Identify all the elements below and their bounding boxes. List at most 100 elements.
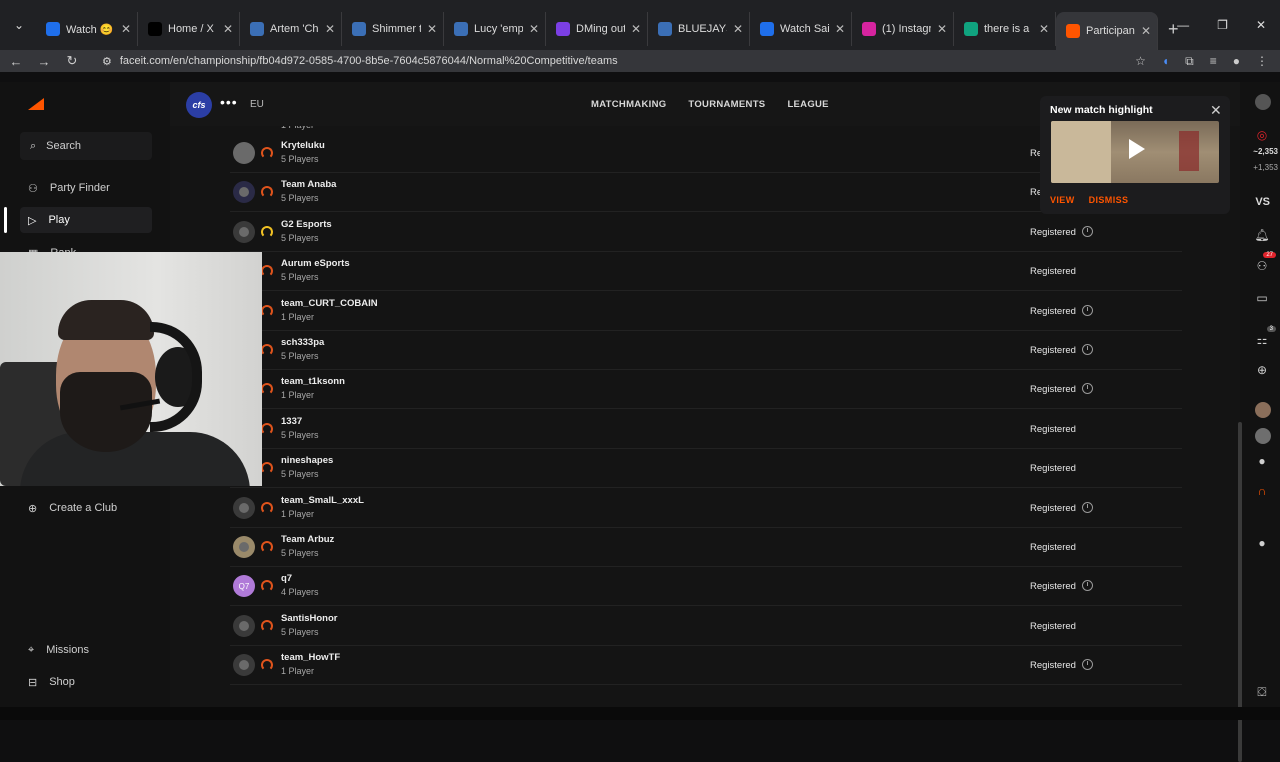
table-row[interactable]: team_CURT_COBAIN 1 Player Registered: [230, 292, 1182, 331]
vs-icon[interactable]: VS: [1255, 196, 1270, 208]
tab-close-icon[interactable]: ✕: [733, 22, 743, 36]
browser-tab[interactable]: Home / X ✕: [138, 12, 240, 46]
team-name[interactable]: q7: [281, 573, 292, 584]
friend-avatar[interactable]: [1255, 402, 1271, 418]
browser-tab[interactable]: Participants - N ✕: [1056, 12, 1158, 50]
team-name[interactable]: Kryteluku: [281, 140, 325, 151]
sidebar-item-create-club[interactable]: ⊕ Create a Club: [20, 495, 152, 521]
club-badge[interactable]: cfs: [186, 92, 212, 118]
tab-close-icon[interactable]: ✕: [1039, 22, 1049, 36]
browser-tab[interactable]: Shimmer team ✕: [342, 12, 444, 46]
team-name[interactable]: Team Anaba: [281, 179, 336, 190]
team-name[interactable]: team_HowTF: [281, 652, 340, 663]
user-avatar[interactable]: [1255, 94, 1271, 110]
table-row[interactable]: Aurum eSports 5 Players Registered: [230, 252, 1182, 292]
add-circle-icon[interactable]: ⊕: [1255, 363, 1269, 377]
friend-avatar[interactable]: [1255, 428, 1271, 444]
table-row[interactable]: team_HowTF 1 Player Registered: [230, 646, 1182, 686]
address-bar[interactable]: ⚙ faceit.com/en/championship/fb04d972-05…: [94, 51, 1144, 71]
puzzle-icon[interactable]: ⧉: [1185, 54, 1194, 69]
tab-matchmaking[interactable]: MATCHMAKING: [591, 99, 666, 110]
table-row[interactable]: team_t1ksonn 1 Player Registered: [230, 370, 1182, 410]
team-avatar[interactable]: [233, 142, 255, 164]
table-row[interactable]: SantisHonor 5 Players Registered: [230, 607, 1182, 646]
team-name[interactable]: nineshapes: [281, 455, 333, 466]
sidebar-item-shop[interactable]: ⊟ Shop: [20, 669, 152, 695]
region-label[interactable]: EU: [250, 99, 264, 110]
view-button[interactable]: VIEW: [1050, 195, 1075, 205]
elo-level-icon[interactable]: ◎: [1255, 128, 1269, 142]
tab-close-icon[interactable]: ✕: [325, 22, 335, 36]
tab-close-icon[interactable]: ✕: [223, 22, 233, 36]
site-info-icon[interactable]: ⚙: [102, 55, 112, 68]
tab-close-icon[interactable]: ✕: [631, 22, 641, 36]
restore-icon[interactable]: ❐: [1217, 18, 1228, 32]
team-name[interactable]: team_CURT_COBAIN: [281, 298, 378, 309]
highlight-thumbnail[interactable]: [1051, 121, 1219, 183]
table-row[interactable]: G2 Esports 5 Players Registered: [230, 213, 1182, 252]
tab-close-icon[interactable]: ✕: [835, 22, 845, 36]
notification-bell-icon[interactable]: 🔔︎: [1254, 228, 1269, 242]
team-name[interactable]: team_SmalL_xxxL: [281, 495, 364, 506]
team-name[interactable]: 1337: [281, 416, 302, 427]
reload-icon[interactable]: ↻: [60, 53, 84, 69]
team-name[interactable]: Team Arbuz: [281, 534, 334, 545]
team-avatar[interactable]: [233, 536, 255, 558]
close-icon[interactable]: ✕: [1210, 102, 1222, 119]
sidebar-item-play[interactable]: ▷ Play: [20, 207, 152, 233]
group-icon[interactable]: ⚏: [1255, 333, 1269, 347]
menu-dots-icon[interactable]: ⋮: [1256, 54, 1268, 69]
forward-icon[interactable]: →: [32, 54, 56, 69]
person-icon[interactable]: ●: [1255, 454, 1269, 468]
dismiss-button[interactable]: DISMISS: [1089, 195, 1129, 205]
table-row[interactable]: Q7 q7 4 Players Registered: [230, 567, 1182, 607]
team-name[interactable]: sch333pa: [281, 337, 324, 348]
table-row[interactable]: 1337 5 Players Registered: [230, 410, 1182, 449]
faceit-anticheat-icon[interactable]: ⛋: [1255, 685, 1269, 699]
browser-tab[interactable]: DMing out lon ✕: [546, 12, 648, 46]
tab-league[interactable]: LEAGUE: [787, 99, 828, 110]
tab-search-icon[interactable]: ⌄: [6, 12, 32, 38]
person-icon[interactable]: ●: [1255, 536, 1269, 550]
tab-close-icon[interactable]: ✕: [529, 22, 539, 36]
extension-icon[interactable]: ◖: [1162, 54, 1169, 69]
profile-icon[interactable]: ●: [1233, 54, 1240, 69]
team-avatar[interactable]: [233, 614, 255, 637]
sidebar-item-party-finder[interactable]: ⚇ Party Finder: [20, 175, 152, 201]
close-window-icon[interactable]: ✕: [1256, 18, 1266, 32]
table-row[interactable]: team_SmalL_xxxL 1 Player Registered: [230, 489, 1182, 528]
team-name[interactable]: Aurum eSports: [281, 258, 350, 269]
browser-tab[interactable]: there is a new ✕: [954, 12, 1056, 46]
team-name[interactable]: SantisHonor: [281, 613, 337, 624]
browser-tab[interactable]: Artem 'Chill' M ✕: [240, 12, 342, 46]
team-avatar[interactable]: [233, 654, 255, 677]
browser-tab[interactable]: Watch 😊 | St ✕: [36, 12, 138, 46]
table-row[interactable]: Team Arbuz 5 Players Registered: [230, 528, 1182, 567]
tab-close-icon[interactable]: ✕: [427, 22, 437, 36]
team-avatar[interactable]: [233, 220, 255, 243]
table-row[interactable]: nineshapes 5 Players Registered: [230, 449, 1182, 489]
team-avatar[interactable]: Q7: [233, 575, 255, 598]
tab-close-icon[interactable]: ✕: [121, 22, 131, 36]
chat-icon[interactable]: ▭: [1255, 291, 1269, 305]
back-icon[interactable]: ←: [4, 54, 28, 69]
tab-tournaments[interactable]: TOURNAMENTS: [688, 99, 765, 110]
sidebar-item-missions[interactable]: ⌖ Missions: [20, 637, 152, 663]
bookmark-star-icon[interactable]: ☆: [1135, 54, 1146, 69]
play-button-icon[interactable]: [1129, 139, 1145, 159]
minimize-icon[interactable]: —: [1177, 18, 1189, 32]
browser-tab[interactable]: BLUEJAYS vs. S ✕: [648, 12, 750, 46]
team-name[interactable]: G2 Esports: [281, 219, 332, 230]
team-avatar[interactable]: [233, 496, 255, 519]
browser-tab[interactable]: Lucy 'empathy ✕: [444, 12, 546, 46]
browser-tab[interactable]: (1) Instagram ✕: [852, 12, 954, 46]
browser-tab[interactable]: Watch Saif | St ✕: [750, 12, 852, 46]
tab-close-icon[interactable]: ✕: [1141, 24, 1151, 38]
table-row[interactable]: sch333pa 5 Players Registered: [230, 331, 1182, 370]
headset-icon[interactable]: ∩: [1255, 484, 1269, 498]
tab-close-icon[interactable]: ✕: [937, 22, 947, 36]
team-avatar[interactable]: [233, 181, 255, 204]
faceit-logo[interactable]: [28, 98, 44, 110]
more-options-icon[interactable]: •••: [220, 94, 238, 110]
sidebar-search[interactable]: ⌕ Search: [20, 132, 152, 160]
